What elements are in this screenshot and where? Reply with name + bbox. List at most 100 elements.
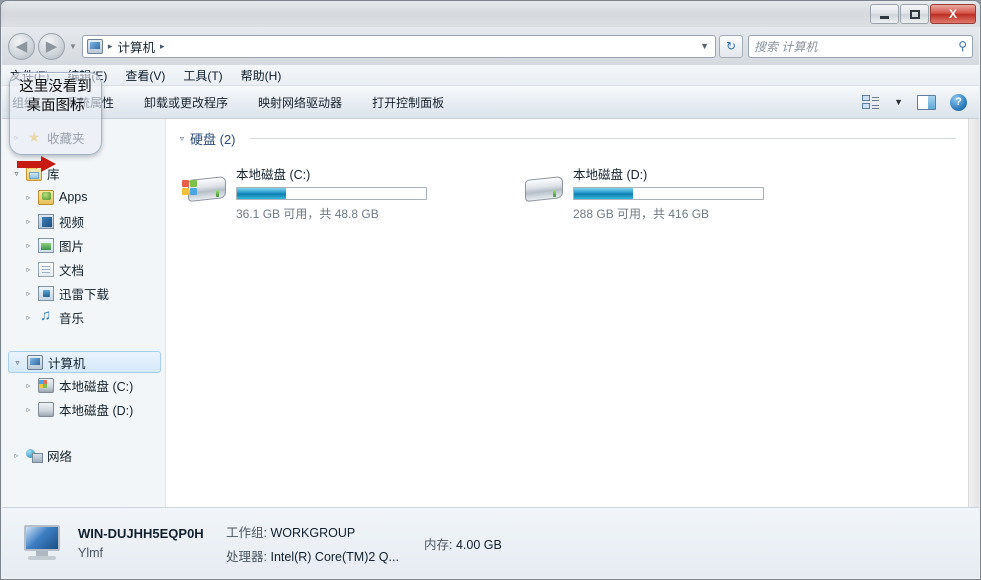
search-placeholder: 搜索 计算机: [754, 39, 818, 54]
workgroup-value: WORKGROUP: [270, 525, 356, 540]
expander-icon[interactable]: ▹: [24, 313, 33, 322]
sidebar-item-apps[interactable]: ▹ Apps: [2, 185, 165, 209]
sidebar-item-label: 视频: [59, 215, 85, 230]
menu-item-tools[interactable]: 工具(T): [183, 67, 222, 84]
sidebar-item-label: 本地磁盘 (D:): [59, 403, 134, 418]
os-name: Ylmf: [78, 546, 103, 560]
search-input[interactable]: 搜索 计算机 ⚲: [748, 34, 973, 58]
video-library-icon: [38, 213, 54, 229]
processor-key: 处理器:: [226, 549, 267, 564]
computer-icon: [20, 523, 64, 563]
computer-name: WIN-DUJHH5EQP0H: [78, 526, 204, 541]
sidebar-item-label: 音乐: [59, 311, 85, 326]
search-icon: ⚲: [958, 39, 967, 53]
breadcrumb-separator[interactable]: ▸: [108, 41, 113, 52]
sidebar-item-music[interactable]: ▹ 音乐: [2, 305, 165, 329]
processor-value: Intel(R) Core(TM)2 Q...: [270, 549, 399, 564]
expander-icon[interactable]: ▹: [24, 289, 33, 298]
menu-bar: 文件(F) 编辑(E) 查看(V) 工具(T) 帮助(H): [2, 65, 979, 86]
navigation-pane: ▹ ★ 收藏夹 ▿ 库 ▹ Apps ▹ 视频 ▹ 图片 ▹ 文档: [2, 119, 166, 507]
forward-button[interactable]: ▶: [38, 32, 65, 60]
drive-tiles: 本地磁盘 (C:) 36.1 GB 可用，共 48.8 GB 本地磁盘 (D:): [166, 148, 968, 222]
command-toolbar: 组织 系统属性 卸载或更改程序 映射网络驱动器 打开控制面板 ▼ ?: [2, 86, 979, 119]
drive-label: 本地磁盘 (D:): [573, 168, 648, 182]
maximize-button[interactable]: [900, 4, 929, 24]
memory-key: 内存:: [424, 537, 453, 552]
sidebar-item-computer[interactable]: ▿ 计算机: [8, 351, 161, 373]
expander-icon[interactable]: ▹: [24, 241, 33, 250]
history-dropdown-button[interactable]: ▼: [69, 42, 77, 51]
toolbar-button-map-network-drive[interactable]: 映射网络驱动器: [258, 94, 342, 111]
expander-icon[interactable]: ▹: [12, 451, 21, 460]
annotation-callout: 这里没看到桌面图标: [9, 72, 102, 155]
drive-tile-c[interactable]: 本地磁盘 (C:) 36.1 GB 可用，共 48.8 GB: [182, 162, 427, 222]
capacity-bar-fill: [574, 188, 633, 199]
workgroup-key: 工作组:: [226, 525, 267, 540]
address-bar[interactable]: ▸ 计算机 ▸ ▼: [81, 34, 716, 58]
sidebar-item-drive-d[interactable]: ▹ 本地磁盘 (D:): [2, 397, 165, 421]
title-bar[interactable]: X: [1, 1, 980, 27]
toolbar-button-open-control-panel[interactable]: 打开控制面板: [372, 94, 444, 111]
window-controls: X: [870, 4, 976, 24]
navigation-bar: ◀ ▶ ▼ ▸ 计算机 ▸ ▼ ↻ 搜索 计算机 ⚲: [2, 27, 979, 65]
expander-icon[interactable]: ▹: [24, 405, 33, 414]
close-icon: X: [948, 7, 957, 21]
preview-pane-icon[interactable]: [917, 94, 936, 110]
forward-icon: ▶: [45, 37, 58, 55]
capacity-text: 288 GB 可用，共 416 GB: [573, 207, 710, 221]
network-icon: [26, 448, 43, 463]
expander-icon[interactable]: ▹: [24, 193, 33, 202]
computer-icon: [27, 354, 43, 370]
details-pane: WIN-DUJHH5EQP0H Ylmf 工作组: WORKGROUP 处理器:…: [2, 507, 979, 578]
memory-value: 4.00 GB: [455, 537, 502, 552]
music-library-icon: [38, 307, 54, 325]
back-button[interactable]: ◀: [8, 32, 35, 60]
capacity-bar: [236, 187, 427, 200]
sidebar-item-drive-c[interactable]: ▹ 本地磁盘 (C:): [2, 373, 165, 397]
breadcrumb-item-computer[interactable]: 计算机: [117, 37, 155, 56]
menu-item-view[interactable]: 查看(V): [125, 67, 165, 84]
drive-label: 本地磁盘 (C:): [236, 168, 311, 182]
sidebar-item-videos[interactable]: ▹ 视频: [2, 209, 165, 233]
group-header-hard-disks[interactable]: ▿ 硬盘 (2): [166, 119, 968, 148]
sidebar-item-label: 迅雷下载: [59, 287, 110, 302]
close-button[interactable]: X: [930, 4, 976, 24]
sidebar-item-label: 文档: [59, 263, 85, 278]
help-icon[interactable]: ?: [950, 93, 967, 111]
downloads-library-icon: [38, 285, 54, 301]
minimize-icon: [880, 15, 889, 19]
sidebar-item-label: 本地磁盘 (C:): [59, 379, 134, 394]
sidebar-item-label: 计算机: [48, 356, 86, 371]
pictures-library-icon: [38, 237, 54, 253]
documents-library-icon: [38, 261, 54, 277]
minimize-button[interactable]: [870, 4, 899, 24]
refresh-button[interactable]: ↻: [719, 34, 743, 58]
vertical-scrollbar[interactable]: [968, 119, 979, 507]
sidebar-item-label: 网络: [47, 449, 73, 464]
capacity-text: 36.1 GB 可用，共 48.8 GB: [236, 207, 379, 221]
expander-icon[interactable]: ▿: [13, 358, 22, 367]
sidebar-item-network[interactable]: ▹ 网络: [2, 443, 165, 467]
sidebar-item-pictures[interactable]: ▹ 图片: [2, 233, 165, 257]
address-dropdown-icon[interactable]: ▼: [700, 41, 711, 51]
annotation-arrow-icon: [17, 156, 59, 172]
expander-icon[interactable]: ▹: [24, 217, 33, 226]
change-view-icon[interactable]: [862, 94, 880, 110]
drive-tile-d[interactable]: 本地磁盘 (D:) 288 GB 可用，共 416 GB: [519, 162, 764, 222]
toolbar-button-uninstall-programs[interactable]: 卸载或更改程序: [144, 94, 228, 111]
collapse-triangle-icon[interactable]: ▿: [180, 134, 184, 143]
refresh-icon: ↻: [725, 39, 737, 53]
group-rule: [249, 138, 956, 139]
sidebar-item-thunder-downloads[interactable]: ▹ 迅雷下载: [2, 281, 165, 305]
menu-item-help[interactable]: 帮助(H): [241, 67, 282, 84]
sidebar-item-documents[interactable]: ▹ 文档: [2, 257, 165, 281]
system-drive-icon: [38, 377, 54, 393]
file-list-pane[interactable]: ▿ 硬盘 (2) 本地磁盘 (C:) 36.1 GB 可用，共 48.8 GB …: [166, 119, 968, 507]
breadcrumb-separator-end[interactable]: ▸: [160, 41, 165, 52]
expander-icon[interactable]: ▹: [24, 265, 33, 274]
chevron-down-icon[interactable]: ▼: [894, 97, 903, 107]
capacity-bar: [573, 187, 764, 200]
toolbar-right-group: ▼ ?: [862, 93, 979, 111]
expander-icon[interactable]: ▹: [24, 381, 33, 390]
maximize-icon: [909, 9, 920, 19]
